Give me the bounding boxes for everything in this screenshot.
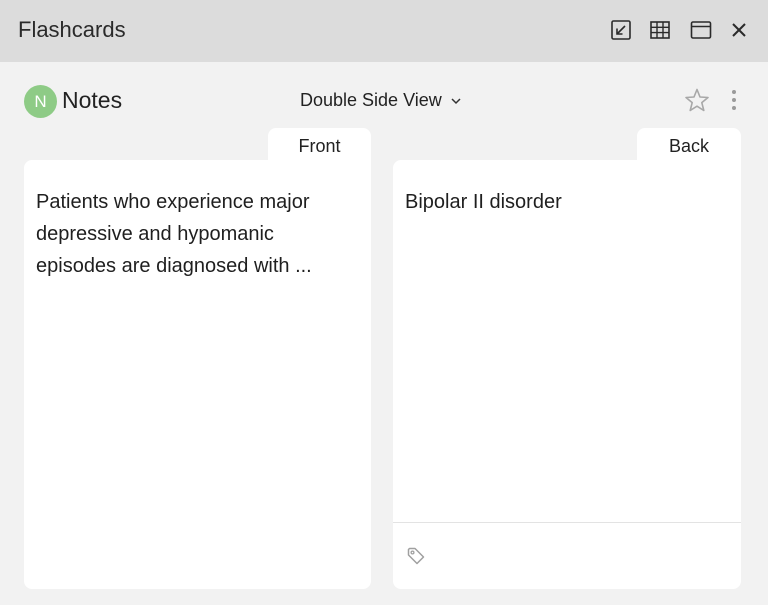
collapse-button[interactable] [609, 18, 633, 42]
grid-view-button[interactable] [648, 18, 672, 42]
title-bar: Flashcards [0, 0, 768, 62]
deck-name: Notes [62, 87, 123, 113]
front-label: Front [298, 135, 341, 156]
window-title: Flashcards [18, 17, 126, 42]
window-mode-button[interactable] [689, 18, 713, 42]
more-options-icon[interactable] [726, 88, 742, 112]
back-card-text: Bipolar II disorder [405, 191, 562, 213]
star-icon[interactable] [684, 87, 710, 113]
back-tab: Back [637, 128, 741, 164]
view-mode-label: Double Side View [300, 90, 442, 110]
close-button[interactable] [727, 18, 751, 42]
back-label: Back [668, 135, 710, 156]
deck-avatar: N [24, 85, 57, 118]
tag-icon[interactable] [406, 546, 426, 566]
close-icon [732, 23, 746, 37]
front-card-text: Patients who experience major depressive… [36, 191, 312, 277]
back-card[interactable] [393, 160, 741, 589]
window-icon [690, 21, 712, 39]
front-tab: Front [268, 128, 371, 164]
grid-icon [650, 21, 670, 39]
collapse-icon [611, 20, 631, 40]
card-divider [393, 522, 741, 523]
view-mode-dropdown[interactable]: Double Side View [300, 90, 462, 111]
chevron-down-icon [451, 97, 461, 104]
